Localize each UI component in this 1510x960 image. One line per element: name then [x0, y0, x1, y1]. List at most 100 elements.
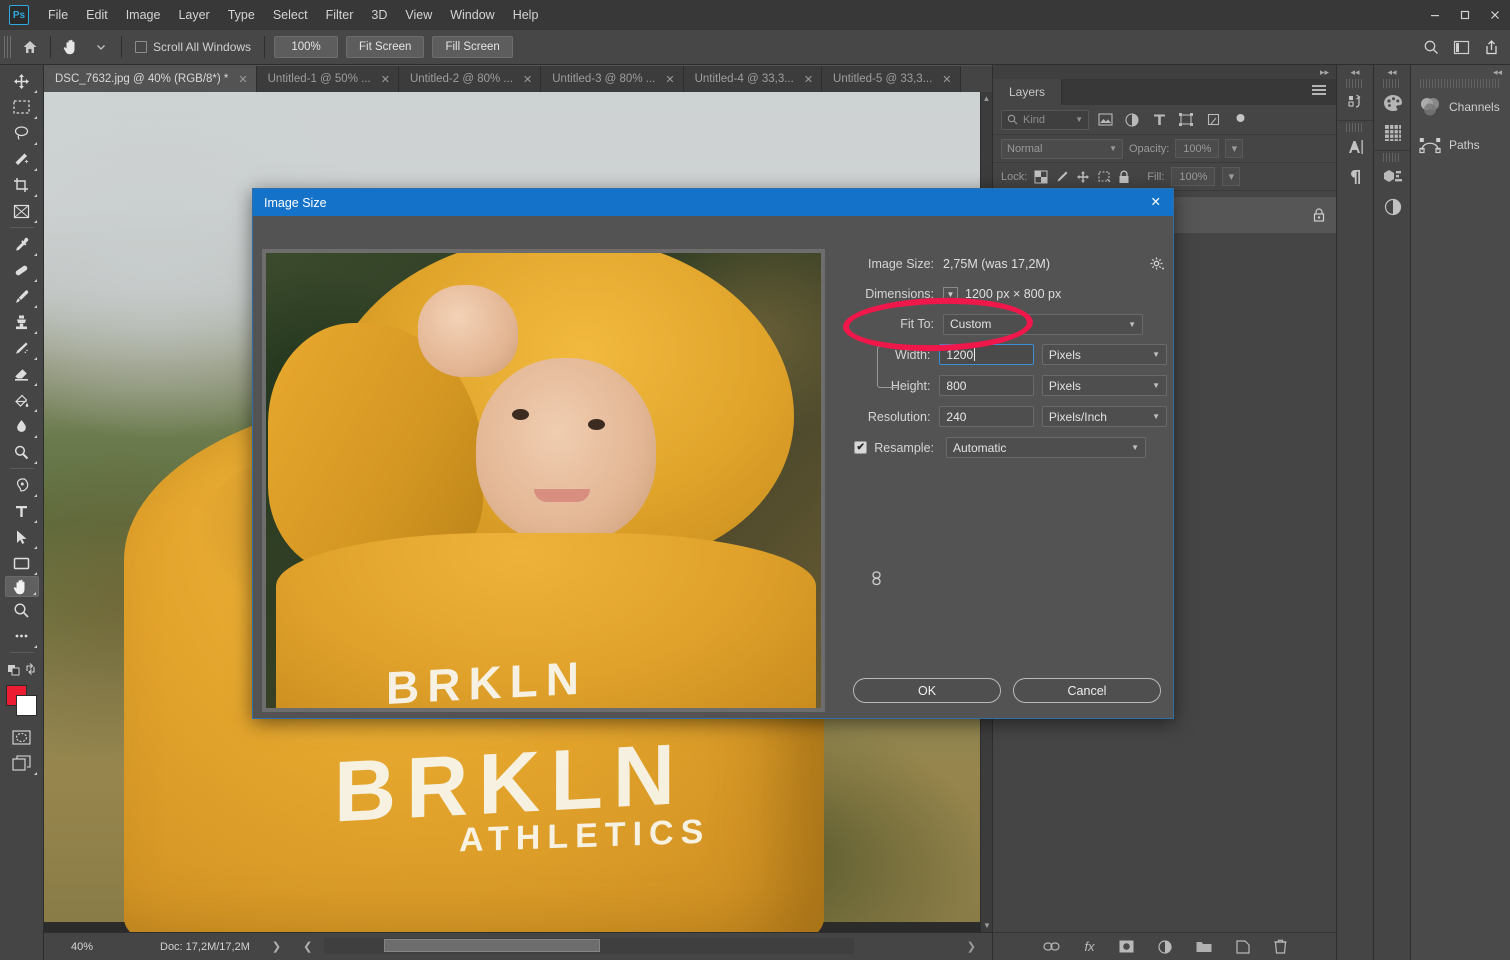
lock-image-pixels-icon[interactable] — [1055, 170, 1069, 184]
menu-image[interactable]: Image — [117, 5, 170, 25]
color-icon[interactable] — [1374, 88, 1411, 118]
fit-screen-button[interactable]: Fit Screen — [346, 36, 424, 58]
panel-menu-icon[interactable] — [1312, 85, 1326, 95]
zoom-100-button[interactable]: 100% — [274, 36, 338, 58]
tab-close-icon[interactable]: ✕ — [238, 73, 247, 86]
tab-close-icon[interactable]: ✕ — [665, 73, 674, 86]
pen-tool[interactable] — [5, 472, 39, 498]
tab-untitled-5[interactable]: Untitled-5 @ 33,3... ✕ — [822, 66, 960, 92]
scroll-up-icon[interactable]: ▲ — [981, 92, 992, 105]
link-layers-icon[interactable] — [1043, 941, 1060, 952]
close-icon[interactable]: ✕ — [1147, 196, 1165, 209]
tab-untitled-3[interactable]: Untitled-3 @ 80% ... ✕ — [541, 66, 683, 92]
filter-toggle[interactable] — [1229, 110, 1251, 130]
history-brush-tool[interactable] — [5, 335, 39, 361]
opacity-stepper[interactable]: ▾ — [1225, 139, 1243, 158]
tab-close-icon[interactable]: ✕ — [523, 73, 532, 86]
home-icon[interactable] — [15, 32, 45, 62]
color-swatches[interactable] — [5, 684, 39, 718]
zoom-level-field[interactable]: 40% — [54, 938, 110, 956]
width-unit-select[interactable]: Pixels ▼ — [1042, 344, 1167, 365]
fill-stepper[interactable]: ▾ — [1222, 167, 1240, 186]
lock-all-icon[interactable] — [1118, 170, 1130, 184]
status-collapse-icon[interactable]: ❮ — [303, 940, 312, 953]
link-constrain-icon[interactable] — [869, 571, 885, 587]
brush-tool[interactable] — [5, 283, 39, 309]
lock-artboard-icon[interactable] — [1097, 170, 1111, 184]
menu-help[interactable]: Help — [504, 5, 548, 25]
tab-layers[interactable]: Layers — [993, 79, 1062, 105]
rectangle-tool[interactable] — [5, 550, 39, 576]
close-icon[interactable] — [1480, 0, 1510, 30]
tab-untitled-4[interactable]: Untitled-4 @ 33,3... ✕ — [684, 66, 822, 92]
image-preview[interactable]: BRKLN — [262, 249, 825, 712]
history-icon[interactable] — [1337, 88, 1374, 118]
rectangular-marquee-tool[interactable] — [5, 94, 39, 120]
tab-close-icon[interactable]: ✕ — [942, 73, 951, 86]
new-layer-icon[interactable] — [1236, 940, 1250, 954]
tab-untitled-1[interactable]: Untitled-1 @ 50% ... ✕ — [257, 66, 399, 92]
cancel-button[interactable]: Cancel — [1013, 678, 1161, 703]
fill-value[interactable]: 100% — [1171, 167, 1215, 186]
frame-tool[interactable] — [5, 198, 39, 224]
tab-close-icon[interactable]: ✕ — [804, 73, 813, 86]
share-icon[interactable] — [1476, 33, 1506, 63]
canvas-horizontal-scrollbar[interactable] — [324, 938, 854, 954]
path-selection-tool[interactable] — [5, 524, 39, 550]
resample-checkbox[interactable]: ✔ — [854, 441, 867, 454]
blur-tool[interactable] — [5, 413, 39, 439]
collapse-rail-icon[interactable]: ◂◂ — [1337, 65, 1373, 79]
rail-grip[interactable] — [1383, 79, 1401, 88]
ok-button[interactable]: OK — [853, 678, 1001, 703]
menu-filter[interactable]: Filter — [317, 5, 363, 25]
fill-screen-button[interactable]: Fill Screen — [432, 36, 512, 58]
menu-type[interactable]: Type — [219, 5, 264, 25]
menu-view[interactable]: View — [396, 5, 441, 25]
more-tools-icon[interactable] — [5, 623, 39, 649]
status-expand-icon[interactable]: ❯ — [272, 940, 281, 953]
rail-grip[interactable] — [1346, 123, 1364, 132]
menu-layer[interactable]: Layer — [169, 5, 218, 25]
tab-close-icon[interactable]: ✕ — [381, 73, 390, 86]
adjustment-filter-icon[interactable] — [1121, 110, 1143, 130]
scrollbar-thumb[interactable] — [384, 939, 600, 952]
screen-mode-icon[interactable] — [5, 750, 39, 776]
maximize-icon[interactable] — [1450, 0, 1480, 30]
menu-edit[interactable]: Edit — [77, 5, 117, 25]
eyedropper-tool[interactable] — [5, 231, 39, 257]
chevron-down-icon[interactable]: ▼ — [943, 287, 958, 302]
type-tool[interactable] — [5, 498, 39, 524]
paragraph-icon[interactable] — [1337, 162, 1374, 192]
new-group-icon[interactable] — [1196, 940, 1212, 953]
rail-grip[interactable] — [1346, 79, 1364, 88]
clone-stamp-tool[interactable] — [5, 309, 39, 335]
height-input[interactable]: 800 — [939, 375, 1033, 396]
eraser-tool[interactable] — [5, 361, 39, 387]
pixel-filter-icon[interactable] — [1094, 110, 1116, 130]
panel-item-paths[interactable]: Paths — [1411, 126, 1510, 164]
collapse-panel-icon[interactable]: ▸▸ — [993, 65, 1336, 79]
default-colors-and-swap-icon[interactable] — [5, 656, 39, 682]
resample-select[interactable]: Automatic ▼ — [946, 437, 1146, 458]
minimize-icon[interactable] — [1420, 0, 1450, 30]
menu-select[interactable]: Select — [264, 5, 317, 25]
tab-untitled-2[interactable]: Untitled-2 @ 80% ... ✕ — [399, 66, 541, 92]
3d-icon[interactable] — [1374, 162, 1411, 192]
smart-object-filter-icon[interactable] — [1202, 110, 1224, 130]
gradient-tool[interactable] — [5, 387, 39, 413]
blend-mode-select[interactable]: Normal ▼ — [1001, 139, 1123, 159]
collapse-panel-icon[interactable]: ◂◂ — [1411, 65, 1510, 79]
swatches-icon[interactable] — [1374, 118, 1411, 148]
healing-brush-tool[interactable] — [5, 257, 39, 283]
quick-mask-icon[interactable] — [5, 724, 39, 750]
tab-dsc-7632[interactable]: DSC_7632.jpg @ 40% (RGB/8*) * ✕ — [44, 66, 257, 92]
resolution-input[interactable]: 240 — [939, 406, 1033, 427]
type-filter-icon[interactable] — [1148, 110, 1170, 130]
scroll-all-windows-checkbox[interactable]: Scroll All Windows — [135, 40, 251, 54]
options-bar-grip[interactable] — [4, 36, 11, 58]
character-icon[interactable] — [1337, 132, 1374, 162]
dialog-title-bar[interactable]: Image Size ✕ — [253, 189, 1173, 216]
status-scroll-right-icon[interactable]: ❯ — [967, 940, 976, 953]
menu-window[interactable]: Window — [441, 5, 503, 25]
tool-preset-chevron-down-icon[interactable] — [86, 32, 116, 62]
